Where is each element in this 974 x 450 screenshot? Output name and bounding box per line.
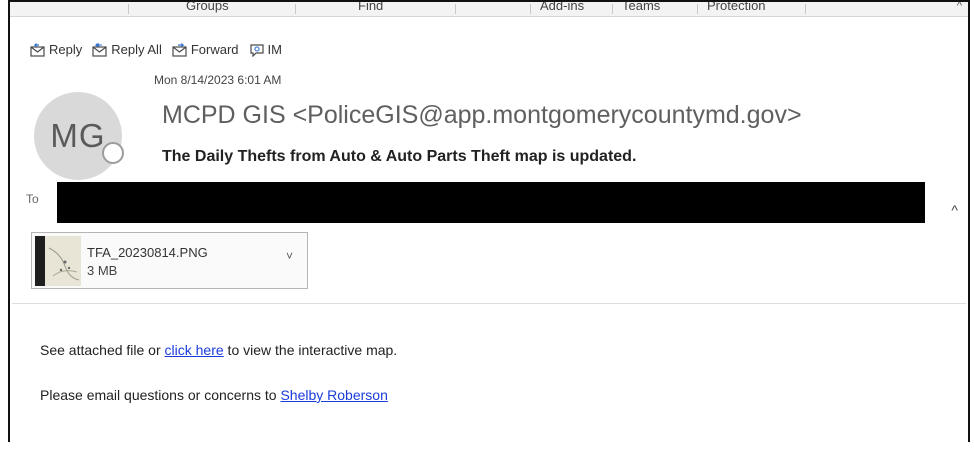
ribbon-separator	[612, 4, 613, 14]
ribbon-separator	[455, 4, 456, 14]
header-divider	[12, 303, 966, 304]
ribbon-separator	[805, 4, 806, 14]
attachment-size: 3 MB	[87, 263, 118, 278]
im-icon	[249, 43, 264, 57]
redacted-recipients	[57, 182, 925, 223]
reply-all-label: Reply All	[111, 42, 162, 57]
ribbon-separator	[530, 4, 531, 14]
ribbon-bar: Groups Find Add-ins Teams Protection ^	[10, 2, 968, 17]
reply-all-button[interactable]: Reply All	[92, 42, 162, 57]
avatar-initials: MG	[34, 92, 122, 180]
message-subject: The Daily Thefts from Auto & Auto Parts …	[162, 148, 637, 165]
attachment-thumbnail	[35, 236, 81, 286]
ribbon-group-add-ins[interactable]: Add-ins	[540, 2, 584, 13]
forward-icon	[172, 42, 187, 57]
presence-status-icon	[102, 142, 124, 164]
ribbon-group-groups[interactable]: Groups	[186, 2, 229, 13]
im-label: IM	[267, 42, 282, 57]
sender-address[interactable]: MCPD GIS <PoliceGIS@app.montgomerycounty…	[162, 101, 802, 130]
ribbon-separator	[295, 4, 296, 14]
attachment-card[interactable]: TFA_20230814.PNG 3 MB ˅	[31, 232, 308, 289]
to-label: To	[26, 192, 39, 206]
ribbon-group-protection[interactable]: Protection	[707, 2, 766, 13]
message-date: Mon 8/14/2023 6:01 AM	[154, 73, 282, 87]
ribbon-collapse-icon[interactable]: ^	[957, 2, 962, 12]
ribbon-group-teams[interactable]: Teams	[622, 2, 660, 13]
ribbon-separator	[697, 4, 698, 14]
forward-label: Forward	[190, 42, 239, 57]
email-reading-pane: Groups Find Add-ins Teams Protection ^ R…	[8, 0, 970, 442]
reply-icon	[30, 42, 45, 57]
body-line-1: See attached file or click here to view …	[40, 342, 397, 358]
im-button[interactable]: IM	[249, 42, 282, 57]
reply-button[interactable]: Reply	[30, 42, 82, 57]
map-thumbnail-icon	[48, 247, 80, 281]
body-text: Please email questions or concerns to	[40, 387, 281, 403]
ribbon-group-find[interactable]: Find	[358, 2, 383, 13]
contact-link[interactable]: Shelby Roberson	[280, 387, 387, 403]
click-here-link[interactable]: click here	[165, 342, 224, 358]
body-line-2: Please email questions or concerns to Sh…	[40, 387, 388, 403]
body-text: to view the interactive map.	[223, 342, 398, 358]
sender-avatar[interactable]: MG	[34, 92, 130, 180]
forward-button[interactable]: Forward	[172, 42, 239, 57]
ribbon-separator	[128, 4, 129, 14]
body-text: See attached file or	[40, 342, 165, 358]
reply-label: Reply	[49, 42, 83, 57]
message-actions: Reply Reply All Forward IM	[30, 42, 282, 57]
attachment-filename: TFA_20230814.PNG	[87, 245, 208, 260]
reply-all-icon	[92, 42, 107, 57]
collapse-header-icon[interactable]: ^	[951, 202, 958, 218]
attachment-dropdown-icon[interactable]: ˅	[286, 249, 293, 263]
